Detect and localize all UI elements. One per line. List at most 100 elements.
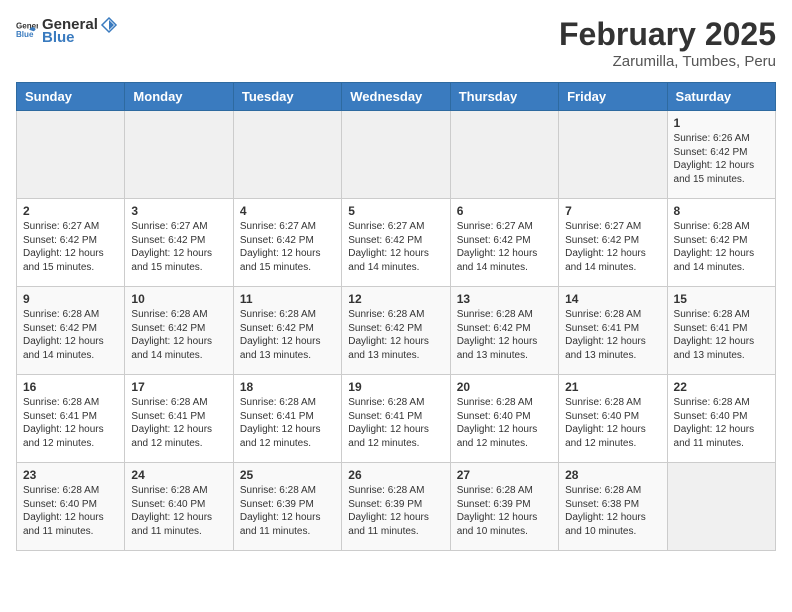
- calendar-cell: 17 Sunrise: 6:28 AMSunset: 6:41 PMDayligh…: [125, 375, 233, 463]
- day-number: 7: [565, 204, 660, 218]
- day-info: Sunrise: 6:27 AMSunset: 6:42 PMDaylight:…: [565, 220, 660, 274]
- calendar-cell: 1 Sunrise: 6:26 AMSunset: 6:42 PMDaylight…: [667, 111, 775, 199]
- day-info: Sunrise: 6:28 AMSunset: 6:40 PMDaylight:…: [131, 484, 226, 538]
- day-number: 25: [240, 468, 335, 482]
- day-info: Sunrise: 6:28 AMSunset: 6:42 PMDaylight:…: [348, 308, 443, 362]
- calendar-table: Sunday Monday Tuesday Wednesday Thursday…: [16, 82, 776, 551]
- day-number: 20: [457, 380, 552, 394]
- day-info: Sunrise: 6:28 AMSunset: 6:40 PMDaylight:…: [457, 396, 552, 450]
- calendar-cell: 14 Sunrise: 6:28 AMSunset: 6:41 PMDayligh…: [559, 287, 667, 375]
- calendar-cell: 7 Sunrise: 6:27 AMSunset: 6:42 PMDaylight…: [559, 199, 667, 287]
- day-info: Sunrise: 6:28 AMSunset: 6:40 PMDaylight:…: [23, 484, 118, 538]
- calendar-cell: [342, 111, 450, 199]
- day-info: Sunrise: 6:27 AMSunset: 6:42 PMDaylight:…: [131, 220, 226, 274]
- col-monday: Monday: [125, 83, 233, 111]
- day-number: 16: [23, 380, 118, 394]
- day-info: Sunrise: 6:28 AMSunset: 6:41 PMDaylight:…: [240, 396, 335, 450]
- calendar-cell: 10Sunrise: 6:28 AMSunset: 6:42 PMDayligh…: [125, 287, 233, 375]
- day-info: Sunrise: 6:28 AMSunset: 6:39 PMDaylight:…: [240, 484, 335, 538]
- calendar-cell: 11Sunrise: 6:28 AMSunset: 6:42 PMDayligh…: [233, 287, 341, 375]
- day-info: Sunrise: 6:27 AMSunset: 6:42 PMDaylight:…: [348, 220, 443, 274]
- calendar-cell: 28Sunrise: 6:28 AMSunset: 6:38 PMDayligh…: [559, 463, 667, 551]
- calendar-header: Sunday Monday Tuesday Wednesday Thursday…: [17, 83, 776, 111]
- day-info: Sunrise: 6:28 AMSunset: 6:40 PMDaylight:…: [674, 396, 769, 450]
- day-number: 15: [674, 292, 769, 306]
- calendar-cell: [125, 111, 233, 199]
- day-number: 27: [457, 468, 552, 482]
- calendar-title: February 2025: [559, 16, 776, 53]
- day-info: Sunrise: 6:28 AMSunset: 6:41 PMDaylight:…: [348, 396, 443, 450]
- calendar-cell: 25 Sunrise: 6:28 AMSunset: 6:39 PMDayligh…: [233, 463, 341, 551]
- calendar-cell: 16 Sunrise: 6:28 AMSunset: 6:41 PMDayligh…: [17, 375, 125, 463]
- day-number: 8: [674, 204, 769, 218]
- day-number: 14: [565, 292, 660, 306]
- calendar-cell: 4 Sunrise: 6:27 AMSunset: 6:42 PMDaylight…: [233, 199, 341, 287]
- day-number: 12: [348, 292, 443, 306]
- days-of-week-row: Sunday Monday Tuesday Wednesday Thursday…: [17, 83, 776, 111]
- calendar-cell: 27 Sunrise: 6:28 AMSunset: 6:39 PMDayligh…: [450, 463, 558, 551]
- day-info: Sunrise: 6:27 AMSunset: 6:42 PMDaylight:…: [240, 220, 335, 274]
- calendar-cell: 24Sunrise: 6:28 AMSunset: 6:40 PMDayligh…: [125, 463, 233, 551]
- col-friday: Friday: [559, 83, 667, 111]
- col-tuesday: Tuesday: [233, 83, 341, 111]
- calendar-body: 1 Sunrise: 6:26 AMSunset: 6:42 PMDaylight…: [17, 111, 776, 551]
- week-row-5: 23 Sunrise: 6:28 AMSunset: 6:40 PMDayligh…: [17, 463, 776, 551]
- day-info: Sunrise: 6:27 AMSunset: 6:42 PMDaylight:…: [457, 220, 552, 274]
- day-number: 23: [23, 468, 118, 482]
- day-number: 10: [131, 292, 226, 306]
- logo-blue: Blue: [42, 29, 75, 46]
- day-number: 1: [674, 116, 769, 130]
- calendar-subtitle: Zarumilla, Tumbes, Peru: [559, 53, 776, 70]
- calendar-cell: 15 Sunrise: 6:28 AMSunset: 6:41 PMDayligh…: [667, 287, 775, 375]
- calendar-cell: 21Sunrise: 6:28 AMSunset: 6:40 PMDayligh…: [559, 375, 667, 463]
- day-number: 13: [457, 292, 552, 306]
- day-info: Sunrise: 6:28 AMSunset: 6:42 PMDaylight:…: [457, 308, 552, 362]
- calendar-cell: [667, 463, 775, 551]
- logo: General Blue General Blue: [16, 16, 119, 47]
- day-info: Sunrise: 6:28 AMSunset: 6:41 PMDaylight:…: [565, 308, 660, 362]
- col-thursday: Thursday: [450, 83, 558, 111]
- calendar-cell: 9 Sunrise: 6:28 AMSunset: 6:42 PMDaylight…: [17, 287, 125, 375]
- calendar-cell: [17, 111, 125, 199]
- day-number: 17: [131, 380, 226, 394]
- calendar-cell: 20 Sunrise: 6:28 AMSunset: 6:40 PMDayligh…: [450, 375, 558, 463]
- day-number: 18: [240, 380, 335, 394]
- logo-text: General Blue: [16, 18, 38, 45]
- day-info: Sunrise: 6:28 AMSunset: 6:39 PMDaylight:…: [348, 484, 443, 538]
- calendar-cell: 26 Sunrise: 6:28 AMSunset: 6:39 PMDayligh…: [342, 463, 450, 551]
- svg-text:Blue: Blue: [16, 30, 34, 39]
- day-info: Sunrise: 6:28 AMSunset: 6:41 PMDaylight:…: [674, 308, 769, 362]
- col-wednesday: Wednesday: [342, 83, 450, 111]
- day-info: Sunrise: 6:28 AMSunset: 6:42 PMDaylight:…: [240, 308, 335, 362]
- calendar-cell: 13 Sunrise: 6:28 AMSunset: 6:42 PMDayligh…: [450, 287, 558, 375]
- day-info: Sunrise: 6:26 AMSunset: 6:42 PMDaylight:…: [674, 132, 769, 186]
- col-saturday: Saturday: [667, 83, 775, 111]
- calendar-cell: 5 Sunrise: 6:27 AMSunset: 6:42 PMDaylight…: [342, 199, 450, 287]
- week-row-4: 16 Sunrise: 6:28 AMSunset: 6:41 PMDayligh…: [17, 375, 776, 463]
- day-info: Sunrise: 6:28 AMSunset: 6:41 PMDaylight:…: [23, 396, 118, 450]
- calendar-cell: [450, 111, 558, 199]
- calendar-cell: 8Sunrise: 6:28 AMSunset: 6:42 PMDaylight…: [667, 199, 775, 287]
- day-number: 5: [348, 204, 443, 218]
- day-info: Sunrise: 6:27 AMSunset: 6:42 PMDaylight:…: [23, 220, 118, 274]
- day-number: 19: [348, 380, 443, 394]
- day-info: Sunrise: 6:28 AMSunset: 6:42 PMDaylight:…: [23, 308, 118, 362]
- week-row-1: 1 Sunrise: 6:26 AMSunset: 6:42 PMDaylight…: [17, 111, 776, 199]
- day-number: 9: [23, 292, 118, 306]
- logo-wordmark: General Blue: [42, 16, 119, 47]
- calendar-cell: 22Sunrise: 6:28 AMSunset: 6:40 PMDayligh…: [667, 375, 775, 463]
- day-number: 28: [565, 468, 660, 482]
- calendar-cell: 23 Sunrise: 6:28 AMSunset: 6:40 PMDayligh…: [17, 463, 125, 551]
- day-number: 26: [348, 468, 443, 482]
- day-number: 21: [565, 380, 660, 394]
- day-info: Sunrise: 6:28 AMSunset: 6:41 PMDaylight:…: [131, 396, 226, 450]
- calendar-cell: 2Sunrise: 6:27 AMSunset: 6:42 PMDaylight…: [17, 199, 125, 287]
- day-number: 3: [131, 204, 226, 218]
- calendar-cell: 6Sunrise: 6:27 AMSunset: 6:42 PMDaylight…: [450, 199, 558, 287]
- week-row-3: 9 Sunrise: 6:28 AMSunset: 6:42 PMDaylight…: [17, 287, 776, 375]
- title-area: February 2025 Zarumilla, Tumbes, Peru: [559, 16, 776, 70]
- day-number: 4: [240, 204, 335, 218]
- day-info: Sunrise: 6:28 AMSunset: 6:39 PMDaylight:…: [457, 484, 552, 538]
- calendar-cell: 3 Sunrise: 6:27 AMSunset: 6:42 PMDaylight…: [125, 199, 233, 287]
- calendar-cell: [233, 111, 341, 199]
